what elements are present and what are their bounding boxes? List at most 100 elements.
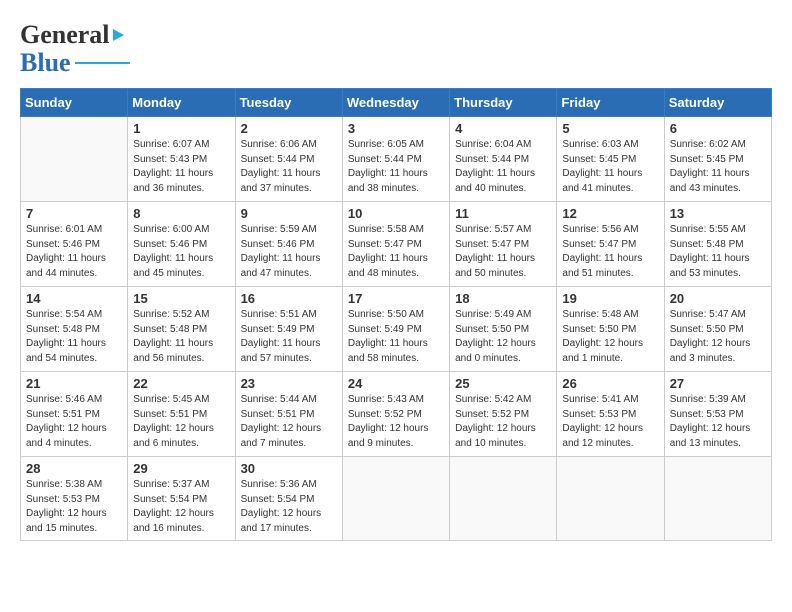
calendar-day-cell: 21 Sunrise: 5:46 AM Sunset: 5:51 PM Dayli…	[21, 372, 128, 457]
day-number: 17	[348, 291, 444, 306]
calendar-header-row: SundayMondayTuesdayWednesdayThursdayFrid…	[21, 89, 772, 117]
day-info: Sunrise: 5:58 AM Sunset: 5:47 PM Dayligh…	[348, 223, 444, 281]
day-number: 26	[562, 376, 658, 391]
day-number: 11	[455, 206, 551, 221]
day-info: Sunrise: 5:38 AM Sunset: 5:53 PM Dayligh…	[26, 478, 122, 536]
calendar-day-cell: 22Sunrise: 5:45 AM Sunset: 5:51 PM Dayli…	[128, 372, 235, 457]
day-info: Sunrise: 5:36 AM Sunset: 5:54 PM Dayligh…	[241, 478, 337, 536]
calendar-day-cell: 18 Sunrise: 5:49 AM Sunset: 5:50 PM Dayli…	[450, 287, 557, 372]
day-number: 13	[670, 206, 766, 221]
logo-arrow-group	[113, 29, 124, 41]
day-info: Sunrise: 6:06 AM Sunset: 5:44 PM Dayligh…	[241, 138, 337, 196]
day-info: Sunrise: 6:04 AM Sunset: 5:44 PM Dayligh…	[455, 138, 551, 196]
calendar-day-cell	[664, 457, 771, 541]
logo-general-text: General	[20, 20, 110, 50]
day-number: 29	[133, 461, 229, 476]
calendar-day-header: Sunday	[21, 89, 128, 117]
calendar-day-cell: 25 Sunrise: 5:42 AM Sunset: 5:52 PM Dayli…	[450, 372, 557, 457]
day-number: 5	[562, 121, 658, 136]
calendar-day-header: Wednesday	[342, 89, 449, 117]
day-info: Sunrise: 5:47 AM Sunset: 5:50 PM Dayligh…	[670, 308, 766, 366]
day-number: 8	[133, 206, 229, 221]
logo-blue-text: Blue	[20, 48, 71, 78]
day-number: 4	[455, 121, 551, 136]
calendar-day-cell: 20Sunrise: 5:47 AM Sunset: 5:50 PM Dayli…	[664, 287, 771, 372]
day-number: 2	[241, 121, 337, 136]
day-number: 28	[26, 461, 122, 476]
calendar-week-row: 28 Sunrise: 5:38 AM Sunset: 5:53 PM Dayli…	[21, 457, 772, 541]
calendar-day-cell: 28 Sunrise: 5:38 AM Sunset: 5:53 PM Dayli…	[21, 457, 128, 541]
calendar-week-row: 21 Sunrise: 5:46 AM Sunset: 5:51 PM Dayli…	[21, 372, 772, 457]
day-number: 7	[26, 206, 122, 221]
calendar-day-cell: 11 Sunrise: 5:57 AM Sunset: 5:47 PM Dayli…	[450, 202, 557, 287]
day-info: Sunrise: 5:49 AM Sunset: 5:50 PM Dayligh…	[455, 308, 551, 366]
calendar-day-cell	[557, 457, 664, 541]
calendar-day-cell: 16Sunrise: 5:51 AM Sunset: 5:49 PM Dayli…	[235, 287, 342, 372]
day-number: 12	[562, 206, 658, 221]
day-number: 15	[133, 291, 229, 306]
day-number: 24	[348, 376, 444, 391]
day-info: Sunrise: 5:55 AM Sunset: 5:48 PM Dayligh…	[670, 223, 766, 281]
day-number: 14	[26, 291, 122, 306]
day-info: Sunrise: 6:03 AM Sunset: 5:45 PM Dayligh…	[562, 138, 658, 196]
day-number: 16	[241, 291, 337, 306]
day-info: Sunrise: 6:00 AM Sunset: 5:46 PM Dayligh…	[133, 223, 229, 281]
calendar-day-cell: 26 Sunrise: 5:41 AM Sunset: 5:53 PM Dayli…	[557, 372, 664, 457]
day-number: 27	[670, 376, 766, 391]
day-number: 25	[455, 376, 551, 391]
calendar-day-cell	[21, 117, 128, 202]
day-info: Sunrise: 5:41 AM Sunset: 5:53 PM Dayligh…	[562, 393, 658, 451]
calendar-day-cell: 6 Sunrise: 6:02 AM Sunset: 5:45 PM Daylig…	[664, 117, 771, 202]
day-info: Sunrise: 5:48 AM Sunset: 5:50 PM Dayligh…	[562, 308, 658, 366]
calendar-week-row: 1Sunrise: 6:07 AM Sunset: 5:43 PM Daylig…	[21, 117, 772, 202]
calendar-day-cell: 9Sunrise: 5:59 AM Sunset: 5:46 PM Daylig…	[235, 202, 342, 287]
day-info: Sunrise: 5:44 AM Sunset: 5:51 PM Dayligh…	[241, 393, 337, 451]
calendar-day-cell	[342, 457, 449, 541]
calendar-day-header: Saturday	[664, 89, 771, 117]
calendar-day-cell	[450, 457, 557, 541]
day-info: Sunrise: 5:50 AM Sunset: 5:49 PM Dayligh…	[348, 308, 444, 366]
day-info: Sunrise: 6:02 AM Sunset: 5:45 PM Dayligh…	[670, 138, 766, 196]
calendar-day-cell: 3 Sunrise: 6:05 AM Sunset: 5:44 PM Daylig…	[342, 117, 449, 202]
day-info: Sunrise: 5:54 AM Sunset: 5:48 PM Dayligh…	[26, 308, 122, 366]
day-number: 18	[455, 291, 551, 306]
calendar-day-cell: 15Sunrise: 5:52 AM Sunset: 5:48 PM Dayli…	[128, 287, 235, 372]
day-number: 21	[26, 376, 122, 391]
day-info: Sunrise: 5:56 AM Sunset: 5:47 PM Dayligh…	[562, 223, 658, 281]
calendar-day-cell: 1Sunrise: 6:07 AM Sunset: 5:43 PM Daylig…	[128, 117, 235, 202]
calendar-day-cell: 27 Sunrise: 5:39 AM Sunset: 5:53 PM Dayli…	[664, 372, 771, 457]
calendar-day-cell: 24Sunrise: 5:43 AM Sunset: 5:52 PM Dayli…	[342, 372, 449, 457]
calendar-table: SundayMondayTuesdayWednesdayThursdayFrid…	[20, 88, 772, 541]
calendar-day-header: Monday	[128, 89, 235, 117]
day-info: Sunrise: 5:39 AM Sunset: 5:53 PM Dayligh…	[670, 393, 766, 451]
day-info: Sunrise: 5:42 AM Sunset: 5:52 PM Dayligh…	[455, 393, 551, 451]
calendar-week-row: 7 Sunrise: 6:01 AM Sunset: 5:46 PM Daylig…	[21, 202, 772, 287]
day-number: 10	[348, 206, 444, 221]
day-number: 6	[670, 121, 766, 136]
calendar-day-cell: 2 Sunrise: 6:06 AM Sunset: 5:44 PM Daylig…	[235, 117, 342, 202]
day-info: Sunrise: 5:57 AM Sunset: 5:47 PM Dayligh…	[455, 223, 551, 281]
day-number: 23	[241, 376, 337, 391]
day-info: Sunrise: 5:37 AM Sunset: 5:54 PM Dayligh…	[133, 478, 229, 536]
day-info: Sunrise: 6:01 AM Sunset: 5:46 PM Dayligh…	[26, 223, 122, 281]
day-info: Sunrise: 5:45 AM Sunset: 5:51 PM Dayligh…	[133, 393, 229, 451]
calendar-day-cell: 13 Sunrise: 5:55 AM Sunset: 5:48 PM Dayli…	[664, 202, 771, 287]
logo: General Blue	[20, 20, 130, 78]
day-number: 9	[241, 206, 337, 221]
day-number: 30	[241, 461, 337, 476]
calendar-day-cell: 17 Sunrise: 5:50 AM Sunset: 5:49 PM Dayli…	[342, 287, 449, 372]
day-info: Sunrise: 6:07 AM Sunset: 5:43 PM Dayligh…	[133, 138, 229, 196]
day-number: 3	[348, 121, 444, 136]
calendar-day-header: Tuesday	[235, 89, 342, 117]
day-number: 19	[562, 291, 658, 306]
calendar-day-cell: 29 Sunrise: 5:37 AM Sunset: 5:54 PM Dayli…	[128, 457, 235, 541]
calendar-day-cell: 30 Sunrise: 5:36 AM Sunset: 5:54 PM Dayli…	[235, 457, 342, 541]
calendar-day-cell: 14 Sunrise: 5:54 AM Sunset: 5:48 PM Dayli…	[21, 287, 128, 372]
day-info: Sunrise: 6:05 AM Sunset: 5:44 PM Dayligh…	[348, 138, 444, 196]
calendar-day-cell: 23 Sunrise: 5:44 AM Sunset: 5:51 PM Dayli…	[235, 372, 342, 457]
day-info: Sunrise: 5:46 AM Sunset: 5:51 PM Dayligh…	[26, 393, 122, 451]
calendar-day-cell: 4 Sunrise: 6:04 AM Sunset: 5:44 PM Daylig…	[450, 117, 557, 202]
calendar-week-row: 14 Sunrise: 5:54 AM Sunset: 5:48 PM Dayli…	[21, 287, 772, 372]
calendar-day-cell: 19 Sunrise: 5:48 AM Sunset: 5:50 PM Dayli…	[557, 287, 664, 372]
calendar-day-cell: 5 Sunrise: 6:03 AM Sunset: 5:45 PM Daylig…	[557, 117, 664, 202]
